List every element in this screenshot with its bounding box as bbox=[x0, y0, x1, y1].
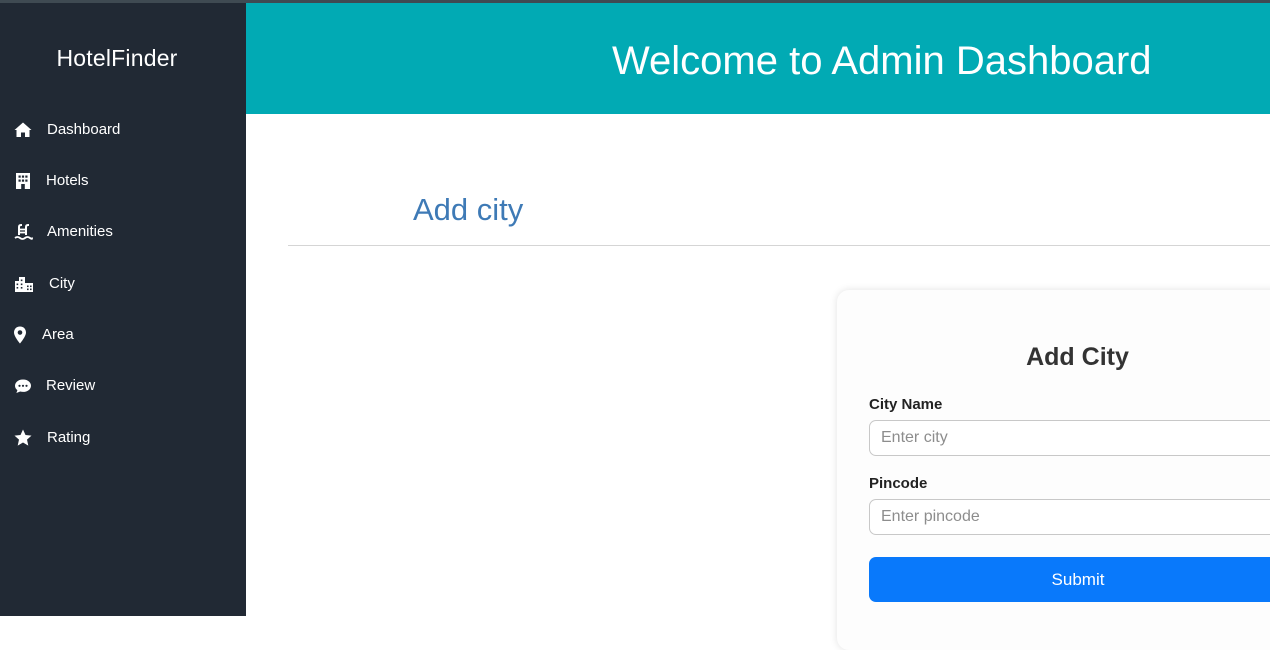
sidebar-item-city[interactable]: City bbox=[0, 264, 246, 304]
star-icon bbox=[13, 428, 33, 448]
sidebar-item-dashboard[interactable]: Dashboard bbox=[0, 110, 246, 150]
sidebar: HotelFinder Dashboard Hotels Amenities C… bbox=[0, 3, 246, 616]
swimming-pool-icon bbox=[13, 222, 33, 242]
map-pin-icon bbox=[10, 325, 30, 345]
comment-icon bbox=[13, 376, 33, 396]
sidebar-item-area[interactable]: Area bbox=[0, 315, 246, 355]
sidebar-item-hotels[interactable]: Hotels bbox=[0, 161, 246, 201]
section-title: Add city bbox=[413, 192, 524, 227]
sidebar-item-label: Amenities bbox=[47, 223, 113, 240]
add-city-form: Add City City Name Pincode Submit bbox=[837, 290, 1270, 650]
top-header: Welcome to Admin Dashboard bbox=[246, 3, 1270, 114]
city-icon bbox=[14, 274, 34, 294]
form-title: Add City bbox=[1026, 343, 1129, 371]
sidebar-item-review[interactable]: Review bbox=[0, 366, 246, 406]
hotel-building-icon bbox=[13, 171, 33, 191]
sidebar-item-rating[interactable]: Rating bbox=[0, 418, 246, 458]
home-icon bbox=[13, 120, 33, 140]
sidebar-item-label: City bbox=[49, 275, 75, 292]
brand-name: HotelFinder bbox=[56, 45, 178, 71]
sidebar-item-label: Rating bbox=[47, 429, 91, 446]
page-title: Welcome to Admin Dashboard bbox=[612, 39, 1152, 83]
submit-button[interactable]: Submit bbox=[869, 557, 1270, 602]
pincode-label: Pincode bbox=[869, 475, 928, 492]
section-divider bbox=[288, 245, 1270, 246]
sidebar-item-amenities[interactable]: Amenities bbox=[0, 212, 246, 252]
city-name-label: City Name bbox=[869, 396, 943, 413]
sidebar-item-label: Area bbox=[42, 326, 74, 343]
sidebar-item-label: Dashboard bbox=[47, 121, 121, 138]
sidebar-item-label: Hotels bbox=[46, 172, 89, 189]
sidebar-item-label: Review bbox=[46, 377, 96, 394]
city-name-input[interactable] bbox=[869, 420, 1270, 456]
pincode-input[interactable] bbox=[869, 499, 1270, 535]
